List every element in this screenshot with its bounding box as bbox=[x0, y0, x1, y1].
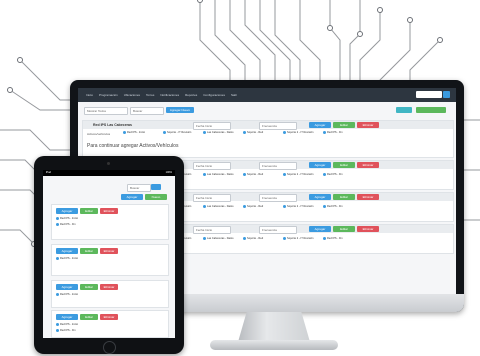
frequency-select[interactable]: Frecuencia bbox=[259, 194, 297, 202]
edit-button[interactable]: Editar bbox=[80, 314, 98, 320]
add-button[interactable]: Agregar bbox=[56, 208, 78, 214]
frequency-select[interactable]: Frecuencia bbox=[259, 122, 297, 130]
nav-link[interactable]: Torres bbox=[146, 91, 154, 99]
tablet-new-button[interactable]: Nuevo bbox=[145, 194, 167, 200]
top-navbar: Inicio Programación Ubicaciones Torres N… bbox=[78, 88, 456, 102]
filter-select[interactable]: Mostrar Todos bbox=[84, 107, 128, 115]
toolbar: Mostrar Todos Buscar Agregar Nuevo bbox=[78, 104, 456, 116]
nav-link[interactable]: Reportes bbox=[185, 91, 197, 99]
route-chip: Soporte 2 - IT Revisión bbox=[283, 237, 313, 240]
camera-icon bbox=[107, 162, 110, 165]
route-chip: Soporte - Red bbox=[243, 131, 263, 134]
route-chip: Las Cabeceras - Datos bbox=[203, 173, 234, 176]
tablet-device: iPad 100% Buscar Agregar Nuevo Agregar E… bbox=[34, 156, 184, 354]
route-chip: Red IPS - Fin bbox=[323, 131, 343, 134]
tablet-card: Agregar Editar Eliminar Red IPS - Inicio bbox=[51, 280, 169, 308]
add-button[interactable]: Agregar bbox=[309, 194, 331, 200]
nav-search-input[interactable] bbox=[416, 91, 442, 98]
route-chip: Red IPS - Fin bbox=[56, 223, 76, 226]
route-chip: Red IPS - Inicio bbox=[123, 131, 145, 134]
monitor-stand-neck bbox=[238, 312, 310, 342]
monitor-stand-foot bbox=[210, 340, 338, 350]
route-chip: Soporte 2 - IT Revisión bbox=[283, 173, 313, 176]
tablet-add-button[interactable]: Agregar bbox=[121, 194, 143, 200]
edit-button[interactable]: Editar bbox=[80, 248, 98, 254]
route-chip: Red IPS - Fin bbox=[323, 237, 343, 240]
delete-button[interactable]: Eliminar bbox=[100, 208, 118, 214]
search-input[interactable]: Buscar bbox=[130, 107, 164, 115]
date-select[interactable]: Fecha Inicio bbox=[193, 194, 231, 202]
date-select[interactable]: Fecha Inicio bbox=[193, 162, 231, 170]
route-chip: Soporte - Red bbox=[243, 237, 263, 240]
tablet-card: Agregar Editar Eliminar Red IPS - Inicio… bbox=[51, 310, 169, 338]
edit-button[interactable]: Editar bbox=[333, 194, 355, 200]
search-icon[interactable] bbox=[443, 91, 450, 98]
search-icon[interactable] bbox=[151, 184, 161, 190]
route-chip: Soporte - Red bbox=[243, 173, 263, 176]
delete-button[interactable]: Eliminar bbox=[357, 226, 379, 232]
nav-link[interactable]: Salir bbox=[231, 91, 237, 99]
tablet-card: Agregar Editar Eliminar Red IPS - Inicio bbox=[51, 244, 169, 276]
edit-button[interactable]: Editar bbox=[333, 162, 355, 168]
route-chip: Red IPS - Inicio bbox=[56, 257, 78, 260]
route-chip: Soporte 2 - IT Revisión bbox=[283, 205, 313, 208]
assets-label: Activos/vehículos bbox=[87, 132, 111, 136]
add-button[interactable]: Agregar bbox=[309, 226, 331, 232]
date-select[interactable]: Fecha Inicio bbox=[193, 226, 231, 234]
route-chip: Las Cabeceras - Datos bbox=[203, 205, 234, 208]
add-button[interactable]: Agregar bbox=[56, 284, 78, 290]
delete-button[interactable]: Eliminar bbox=[100, 248, 118, 254]
delete-button[interactable]: Eliminar bbox=[357, 122, 379, 128]
delete-button[interactable]: Eliminar bbox=[357, 194, 379, 200]
status-battery: 100% bbox=[165, 171, 172, 174]
frequency-select[interactable]: Frecuencia bbox=[259, 162, 297, 170]
row-title: Red IPS Las Cabeceras bbox=[93, 123, 132, 127]
route-chip: Soporte - Red bbox=[243, 205, 263, 208]
frequency-select[interactable]: Frecuencia bbox=[259, 226, 297, 234]
route-chip: Las Cabeceras - Datos bbox=[203, 237, 234, 240]
tablet-status-bar: iPad 100% bbox=[43, 170, 175, 176]
tablet-screen: iPad 100% Buscar Agregar Nuevo Agregar E… bbox=[43, 170, 175, 338]
route-chip: Las Cabeceras - Datos bbox=[203, 131, 234, 134]
nav-link[interactable]: Notificaciones bbox=[160, 91, 179, 99]
edit-button[interactable]: Editar bbox=[333, 226, 355, 232]
nav-link[interactable]: Programación bbox=[99, 91, 118, 99]
nav-link[interactable]: Ubicaciones bbox=[124, 91, 140, 99]
nav-link[interactable]: Configuraciones bbox=[203, 91, 225, 99]
route-chip: Red IPS - Fin bbox=[56, 329, 76, 332]
save-button[interactable] bbox=[416, 107, 446, 113]
add-button[interactable]: Agregar bbox=[56, 314, 78, 320]
add-new-button[interactable]: Agregar Nuevo bbox=[166, 107, 194, 113]
tablet-card: Agregar Editar Eliminar Red IPS - Inicio… bbox=[51, 204, 169, 240]
edit-button[interactable]: Editar bbox=[333, 122, 355, 128]
route-chip: Red IPS - Inicio bbox=[56, 293, 78, 296]
home-button[interactable] bbox=[103, 341, 116, 354]
nav-links: Inicio Programación Ubicaciones Torres N… bbox=[86, 91, 237, 99]
edit-button[interactable]: Editar bbox=[80, 208, 98, 214]
route-chip: Red IPS - Inicio bbox=[56, 323, 78, 326]
schedule-row: Red IPS Las Cabeceras Fecha Inicio Frecu… bbox=[82, 120, 454, 158]
tablet-search-input[interactable]: Buscar bbox=[127, 184, 151, 192]
delete-button[interactable]: Eliminar bbox=[357, 162, 379, 168]
export-button[interactable] bbox=[396, 107, 412, 113]
nav-link[interactable]: Inicio bbox=[86, 91, 93, 99]
date-select[interactable]: Fecha Inicio bbox=[193, 122, 231, 130]
route-chip: Red IPS - Fin bbox=[323, 173, 343, 176]
add-button[interactable]: Agregar bbox=[309, 122, 331, 128]
add-button[interactable]: Agregar bbox=[309, 162, 331, 168]
route-chip: Soporte 2 - IT Revisión bbox=[283, 131, 313, 134]
delete-button[interactable]: Eliminar bbox=[100, 284, 118, 290]
empty-assets-note: Para continuar agregar Activos/Vehículos bbox=[87, 143, 179, 149]
route-chip: Soporte - IT Revisión bbox=[163, 131, 191, 134]
add-button[interactable]: Agregar bbox=[56, 248, 78, 254]
route-chip: Red IPS - Fin bbox=[323, 205, 343, 208]
route-chip: Red IPS - Inicio bbox=[56, 217, 78, 220]
edit-button[interactable]: Editar bbox=[80, 284, 98, 290]
delete-button[interactable]: Eliminar bbox=[100, 314, 118, 320]
status-carrier: iPad bbox=[46, 171, 52, 174]
